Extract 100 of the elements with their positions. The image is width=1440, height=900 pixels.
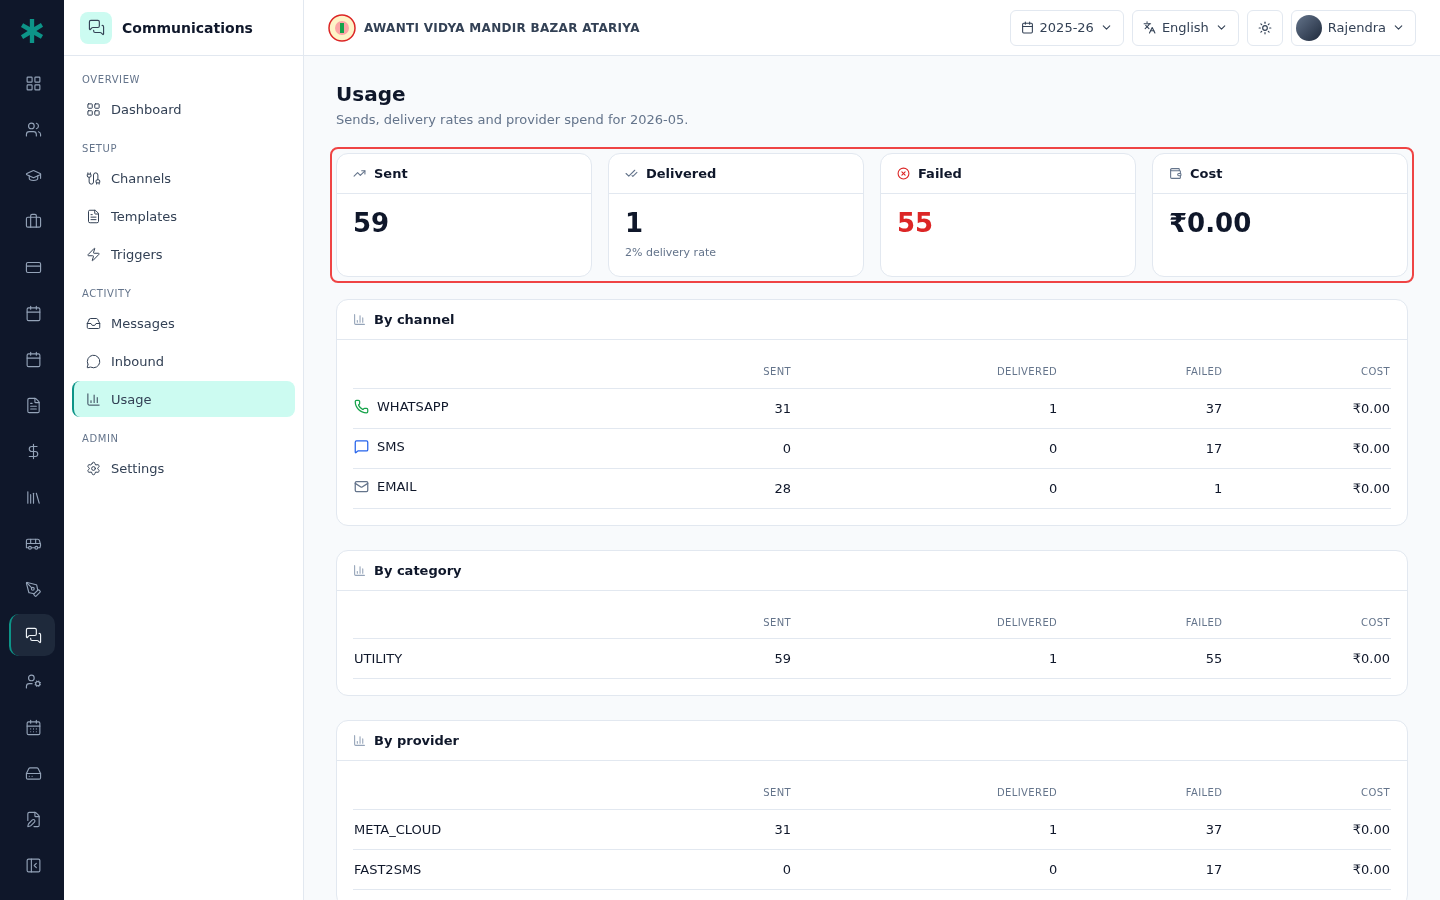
calendar-icon: [1020, 21, 1034, 34]
stat-label: Sent: [374, 166, 408, 181]
stat-value: 59: [353, 208, 390, 238]
table-cell: ₹0.00: [1223, 428, 1391, 468]
table-cell: ₹0.00: [1223, 849, 1391, 889]
page-subtitle: Sends, delivery rates and provider spend for 2026-05.: [336, 112, 690, 127]
chat-icon: [80, 11, 112, 44]
section-heading: SETUP: [81, 142, 119, 156]
calendar-icon: [24, 350, 42, 368]
table-cell: 0: [792, 468, 1059, 508]
table-cell: ₹0.00: [1223, 638, 1391, 679]
theme-button[interactable]: [1246, 9, 1283, 46]
column-header: FAILED: [1058, 777, 1224, 809]
table-cell: 31: [664, 809, 793, 849]
bar-chart-icon: [353, 313, 366, 326]
sidebar-title: Communications: [122, 19, 253, 36]
nav-item[interactable]: Messages: [72, 305, 295, 341]
language-select[interactable]: English: [1131, 9, 1239, 46]
table-cell: 37: [1058, 809, 1224, 849]
table-cell: 31: [664, 388, 793, 428]
column-header: DELIVERED: [792, 606, 1059, 639]
section-heading: OVERVIEW: [81, 73, 142, 87]
stat-value: ₹0.00: [1169, 208, 1252, 238]
bolt-icon: [86, 246, 101, 262]
table-cell: 17: [1058, 849, 1224, 889]
grid-icon: [86, 101, 101, 117]
column-header: COST: [1223, 777, 1391, 809]
translate-icon: [1142, 21, 1156, 34]
section-heading: ACTIVITY: [81, 287, 133, 301]
table-cell: 37: [1058, 388, 1224, 428]
mail-icon: [354, 479, 369, 494]
settings-icon: [86, 460, 101, 476]
table-cell: 0: [664, 428, 793, 468]
row-name: FAST2SMS: [354, 861, 422, 877]
table-cell: 55: [1058, 638, 1224, 679]
grid-icon: [24, 74, 42, 92]
user-menu[interactable]: Rajendra: [1290, 9, 1416, 46]
logo-icon: [19, 18, 45, 44]
column-header: DELIVERED: [792, 356, 1059, 388]
card-title: By channel: [374, 312, 455, 327]
nav-item[interactable]: Inbound: [72, 343, 295, 379]
document-icon: [86, 208, 101, 224]
panel-icon: [24, 856, 42, 874]
row-name: WHATSAPP: [377, 399, 449, 414]
pen-icon: [24, 580, 42, 598]
column-header: COST: [1223, 356, 1391, 388]
stat-label: Delivered: [646, 166, 717, 181]
chat-icon: [24, 626, 42, 644]
column-header: FAILED: [1058, 606, 1224, 639]
nav-item[interactable]: Dashboard: [72, 91, 295, 127]
rail-button[interactable]: [9, 614, 55, 656]
row-name: UTILITY: [354, 651, 403, 666]
sun-icon: [1257, 20, 1272, 35]
message-icon: [354, 439, 369, 454]
table-cell: ₹0.00: [1223, 388, 1391, 428]
year-select[interactable]: 2025-26: [1009, 9, 1124, 46]
nav-item[interactable]: Channels: [72, 160, 295, 196]
user-gear-icon: [24, 672, 42, 690]
stat-value: 55: [897, 208, 934, 238]
bar-chart-icon: [353, 563, 366, 577]
table-cell: 1: [1058, 468, 1224, 508]
bar-chart-icon: [353, 734, 366, 747]
column-header: FAILED: [1058, 356, 1224, 388]
table-cell: 1: [792, 638, 1059, 679]
drive-icon: [24, 764, 42, 782]
avatar: [1295, 14, 1322, 41]
column-header: SENT: [664, 356, 793, 388]
calendar-icon: [24, 718, 42, 736]
card-title: By category: [374, 562, 462, 578]
briefcase-icon: [24, 212, 42, 230]
table-cell: 1: [792, 388, 1059, 428]
row-name: SMS: [377, 439, 405, 454]
cable-icon: [86, 170, 101, 186]
page-title: Usage: [336, 82, 407, 106]
row-name: META_CLOUD: [354, 821, 442, 837]
wallet-icon: [1169, 167, 1182, 180]
table-cell: ₹0.00: [1223, 809, 1391, 849]
table-cell: 0: [792, 849, 1059, 889]
column-header: COST: [1223, 606, 1391, 639]
stat-label: Cost: [1190, 166, 1223, 181]
column-header: SENT: [664, 606, 793, 639]
table-cell: 0: [792, 428, 1059, 468]
trend-up-icon: [353, 167, 366, 180]
stat-value: 1: [625, 208, 644, 238]
card-title: By provider: [374, 733, 460, 748]
users-icon: [24, 120, 42, 138]
column-header: SENT: [664, 777, 793, 809]
nav-item[interactable]: Usage: [72, 381, 295, 417]
row-name: EMAIL: [377, 479, 417, 494]
speech-bubble-icon: [86, 353, 101, 369]
double-check-icon: [625, 167, 638, 180]
bar-chart-icon: [86, 391, 101, 407]
nav-item[interactable]: Settings: [72, 450, 295, 486]
calendar-icon: [24, 304, 42, 322]
table-cell: ₹0.00: [1223, 468, 1391, 508]
table-cell: 17: [1058, 428, 1224, 468]
stat-label: Failed: [918, 166, 962, 181]
nav-item[interactable]: Templates: [72, 198, 295, 234]
table-cell: 1: [792, 809, 1059, 849]
nav-item[interactable]: Triggers: [72, 236, 295, 272]
